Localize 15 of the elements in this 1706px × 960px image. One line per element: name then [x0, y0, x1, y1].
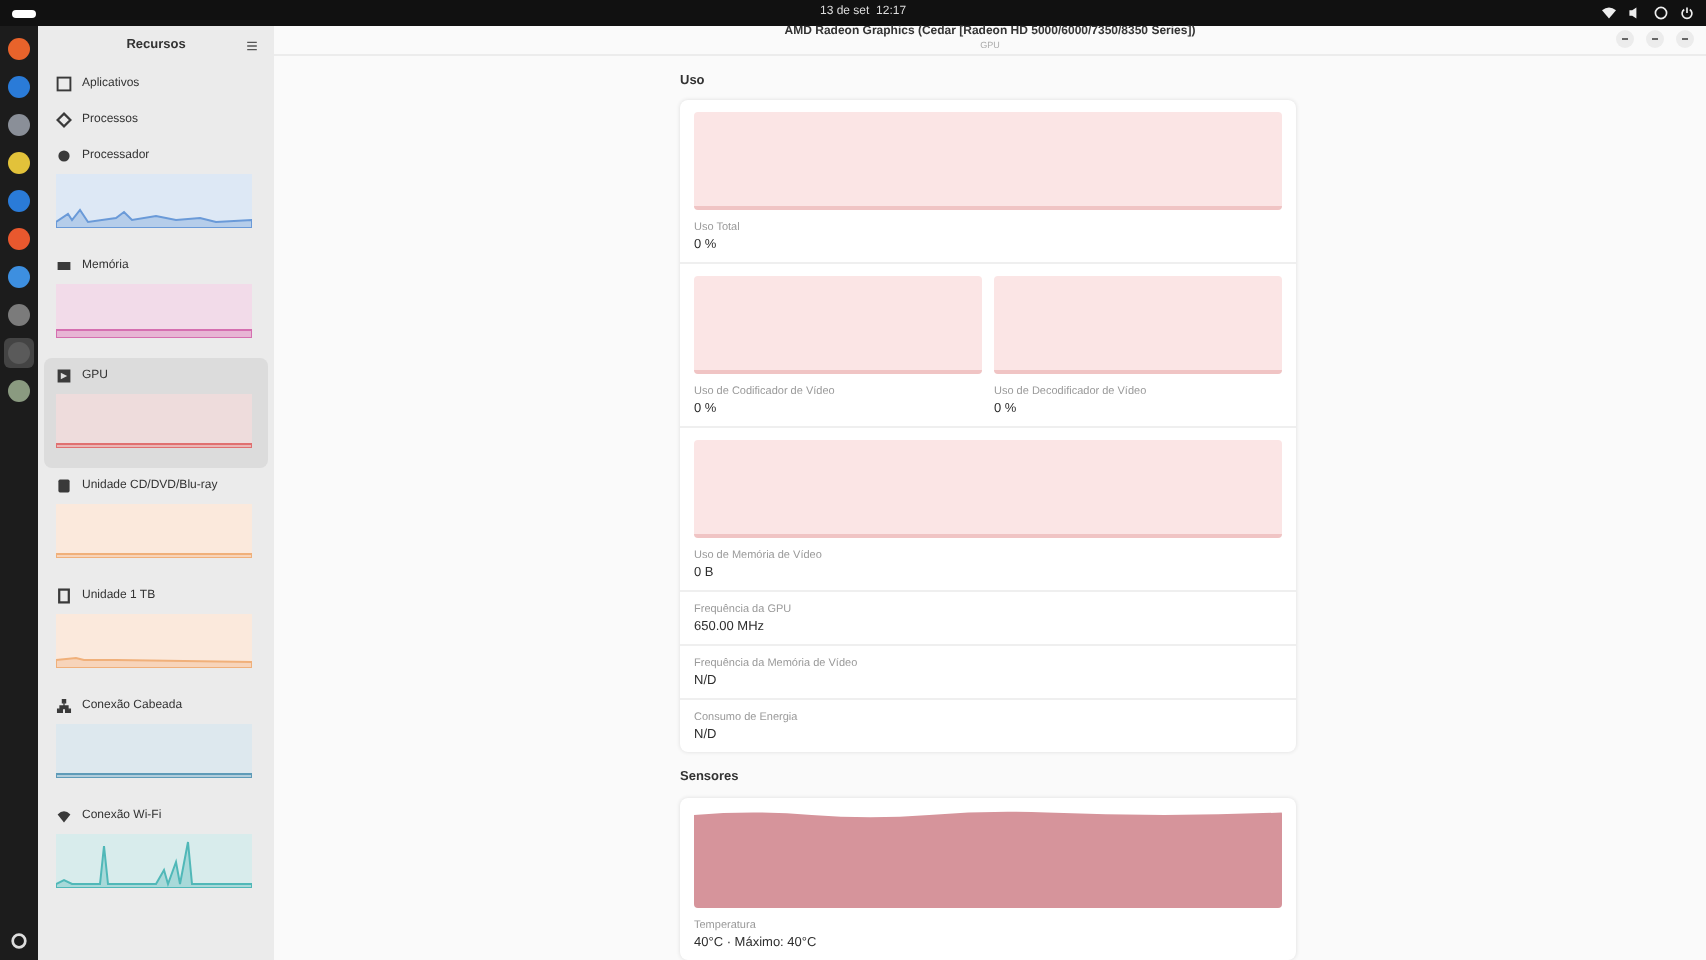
window-icon: [56, 76, 72, 92]
gear-icon: [56, 112, 72, 128]
ram-icon: [56, 258, 72, 274]
menu-icon[interactable]: [246, 40, 258, 52]
power-icon[interactable]: [1680, 6, 1694, 20]
maximize-button[interactable]: [1646, 30, 1664, 49]
volume-icon[interactable]: [1628, 6, 1642, 20]
activities-indicator[interactable]: [12, 9, 36, 17]
network-icon: [56, 698, 72, 714]
wifi-icon[interactable]: [1602, 6, 1616, 20]
gpu-icon: [56, 368, 72, 384]
drive-icon: [56, 588, 72, 604]
minimize-button[interactable]: [1616, 30, 1634, 49]
wifi-icon: [56, 808, 72, 824]
close-button[interactable]: [1676, 30, 1694, 49]
